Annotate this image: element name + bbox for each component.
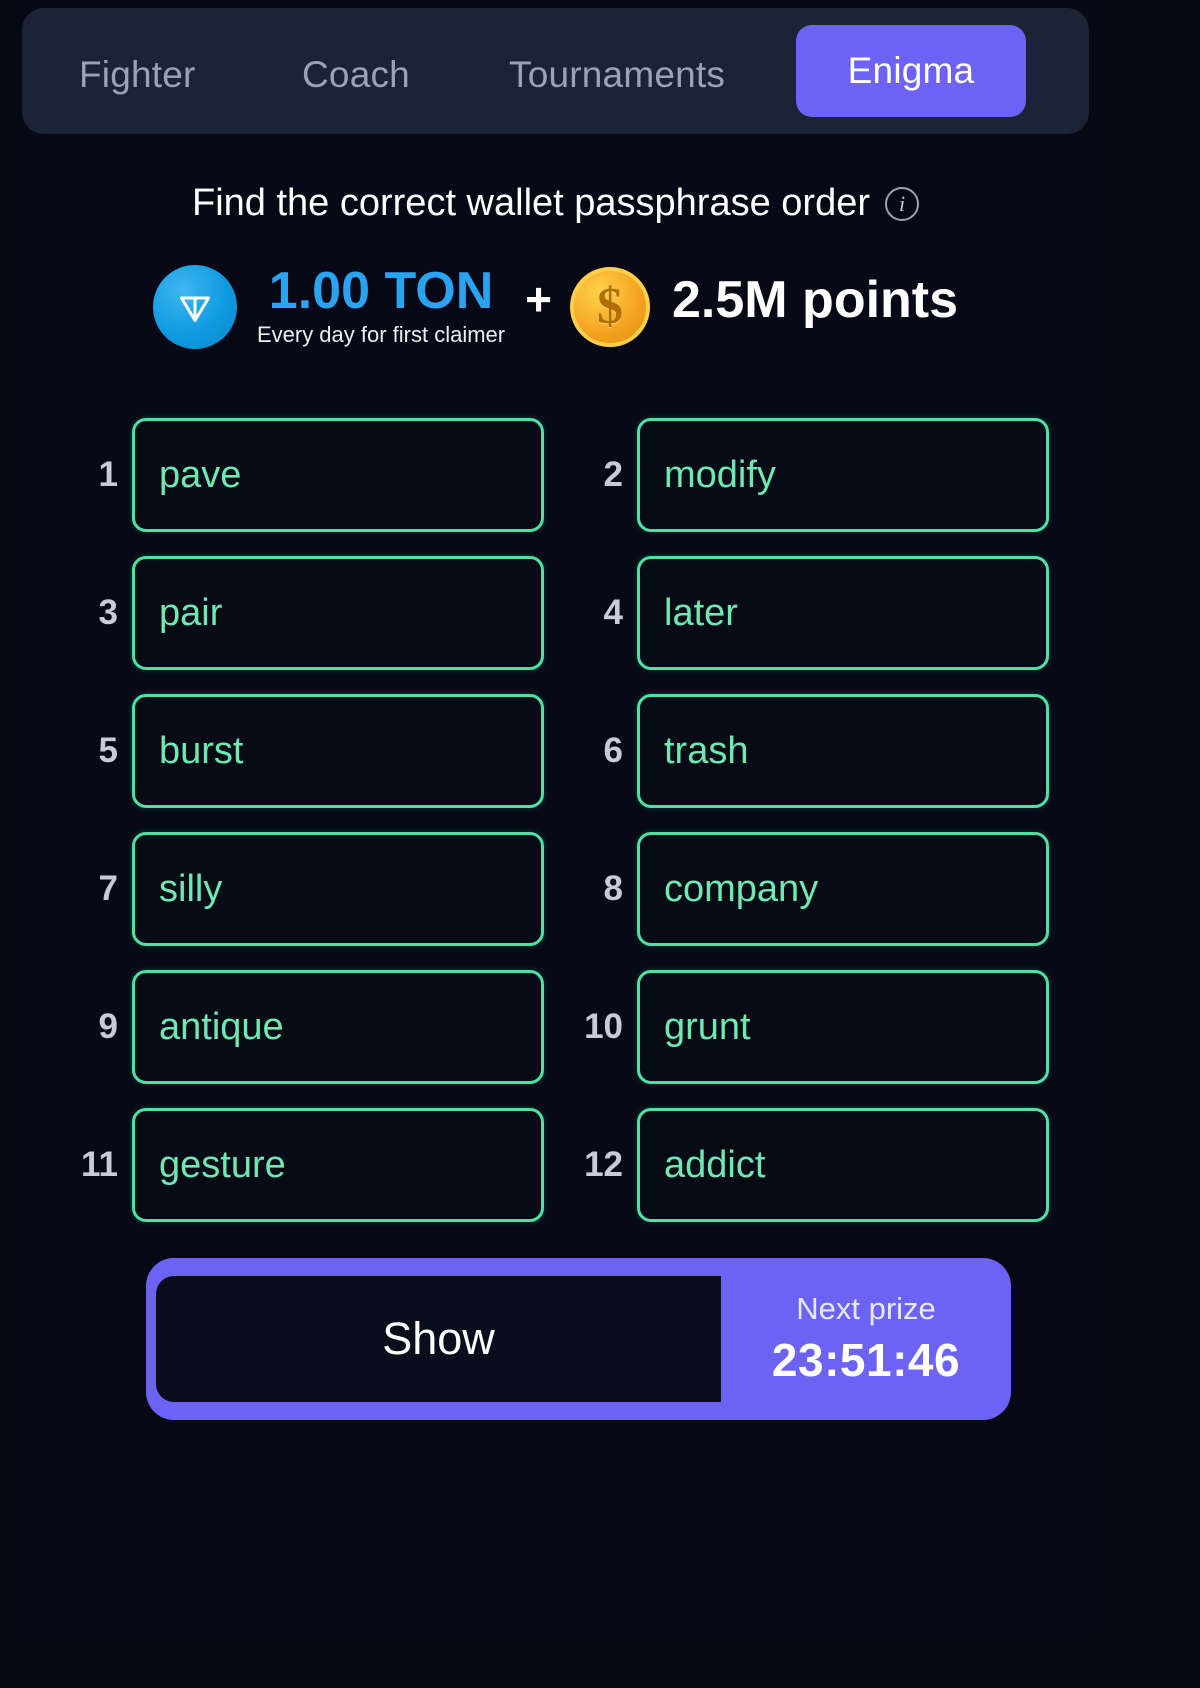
- passphrase-cell: 4 later: [569, 556, 1049, 670]
- word-index: 3: [98, 593, 118, 632]
- word-label: antique: [159, 1005, 284, 1048]
- word-index: 7: [98, 869, 118, 908]
- tab-enigma[interactable]: Enigma: [796, 25, 1026, 117]
- word-box[interactable]: later: [637, 556, 1049, 670]
- ton-note: Every day for first claimer: [256, 322, 506, 347]
- passphrase-cell: 5 burst: [64, 694, 544, 808]
- enigma-page: Fighter Coach Tournaments Enigma Find th…: [22, 0, 1089, 1638]
- word-box[interactable]: addict: [637, 1108, 1049, 1222]
- passphrase-cell: 10 grunt: [569, 970, 1049, 1084]
- passphrase-grid: 1 pave 2 modify 3 pair 4 later 5 burst 6…: [64, 418, 1049, 1222]
- word-label: company: [664, 867, 819, 910]
- word-label: pair: [159, 591, 223, 634]
- word-box[interactable]: gesture: [132, 1108, 544, 1222]
- word-label: gesture: [159, 1143, 286, 1186]
- word-label: burst: [159, 729, 244, 772]
- passphrase-cell: 12 addict: [569, 1108, 1049, 1222]
- word-index: 6: [603, 731, 623, 770]
- word-label: trash: [664, 729, 749, 772]
- word-label: pave: [159, 453, 242, 496]
- word-box[interactable]: trash: [637, 694, 1049, 808]
- page-title: Find the correct wallet passphrase order: [192, 182, 870, 224]
- tab-fighter[interactable]: Fighter: [79, 54, 196, 96]
- ton-coin-icon: [152, 265, 237, 349]
- plus-separator: +: [525, 273, 552, 325]
- passphrase-cell: 11 gesture: [64, 1108, 544, 1222]
- passphrase-cell: 8 company: [569, 832, 1049, 946]
- word-box[interactable]: grunt: [637, 970, 1049, 1084]
- word-box[interactable]: pair: [132, 556, 544, 670]
- word-index: 2: [603, 455, 623, 494]
- page-title-row: Find the correct wallet passphrase order…: [22, 182, 1089, 225]
- app-screen: Fighter Coach Tournaments Enigma Find th…: [0, 0, 1200, 1688]
- word-index: 5: [98, 731, 118, 770]
- passphrase-cell: 1 pave: [64, 418, 544, 532]
- word-label: silly: [159, 867, 223, 910]
- word-index: 4: [603, 593, 623, 632]
- passphrase-cell: 6 trash: [569, 694, 1049, 808]
- passphrase-cell: 3 pair: [64, 556, 544, 670]
- word-index: 11: [81, 1145, 118, 1184]
- word-index: 9: [98, 1007, 118, 1046]
- passphrase-cell: 9 antique: [64, 970, 544, 1084]
- ton-prize: 1.00 TON Every day for first claimer: [152, 262, 505, 349]
- word-box[interactable]: silly: [132, 832, 544, 946]
- next-prize-timer: 23:51:46: [771, 1334, 961, 1386]
- word-index: 12: [584, 1145, 623, 1184]
- tab-coach[interactable]: Coach: [302, 54, 410, 96]
- word-label: addict: [664, 1143, 766, 1186]
- word-box[interactable]: burst: [132, 694, 544, 808]
- word-box[interactable]: antique: [132, 970, 544, 1084]
- bottom-action-bar: Show Next prize 23:51:46: [146, 1258, 1011, 1420]
- next-prize-label: Next prize: [796, 1291, 936, 1326]
- prize-row: 1.00 TON Every day for first claimer + $…: [22, 262, 1089, 349]
- show-button[interactable]: Show: [156, 1276, 721, 1402]
- word-box[interactable]: pave: [132, 418, 544, 532]
- passphrase-cell: 7 silly: [64, 832, 544, 946]
- word-box[interactable]: company: [637, 832, 1049, 946]
- dollar-coin-icon: $: [570, 267, 650, 347]
- points-amount: 2.5M points: [672, 271, 959, 329]
- tab-tournaments[interactable]: Tournaments: [509, 54, 725, 96]
- word-label: grunt: [664, 1005, 751, 1048]
- tab-bar: Fighter Coach Tournaments Enigma: [22, 8, 1089, 134]
- ton-text-group: 1.00 TON Every day for first claimer: [257, 262, 505, 348]
- word-index: 8: [603, 869, 623, 908]
- word-box[interactable]: modify: [637, 418, 1049, 532]
- word-index: 1: [98, 455, 118, 494]
- next-prize-panel: Next prize 23:51:46: [721, 1258, 1011, 1420]
- word-label: later: [664, 591, 738, 634]
- word-index: 10: [584, 1007, 623, 1046]
- info-icon[interactable]: i: [885, 186, 919, 221]
- word-label: modify: [664, 453, 776, 496]
- ton-amount: 1.00 TON: [268, 262, 494, 320]
- passphrase-cell: 2 modify: [569, 418, 1049, 532]
